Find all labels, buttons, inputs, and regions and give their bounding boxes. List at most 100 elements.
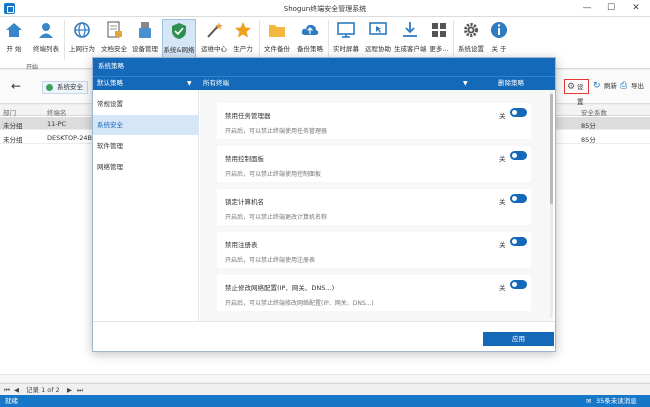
star-icon [233, 20, 253, 40]
policy-card: 禁止修改网络配置(IP、网关、DNS...) 关 开启后，可以禁止终端修改网络配… [217, 275, 531, 311]
export-button[interactable]: ⎙ 导出 [620, 79, 644, 94]
ribbon-live-screen-label: 实时屏幕 [333, 45, 359, 53]
magic-wand-icon [204, 20, 224, 40]
policy-desc: 开启后，可以禁止终端使用控制面板 [225, 171, 322, 178]
policy-toggle[interactable] [510, 151, 527, 160]
settings-label: 设置 [577, 83, 584, 106]
ribbon-about-button[interactable]: 关 于 [488, 19, 510, 59]
ribbon-separator [328, 20, 329, 60]
download-icon [400, 20, 420, 40]
row-name: DESKTOP-24B [47, 134, 92, 142]
status-text: 就绪 [5, 397, 18, 405]
scrollbar-thumb[interactable] [550, 94, 553, 204]
apply-button[interactable]: 应用 [483, 332, 554, 346]
gear-icon [461, 20, 481, 40]
policy-toggle[interactable] [510, 237, 527, 246]
panel-scrollbar[interactable] [550, 92, 553, 318]
usb-icon [135, 20, 155, 40]
more-grid-icon [429, 20, 449, 40]
policy-desc: 开启后，可以禁止终端更改计算机名称 [225, 214, 328, 221]
dialog-filter-bar: 默认策略 ▼ 所有终端 ▼ 删除策略 [93, 76, 555, 90]
terminal-select-caret-icon[interactable]: ▼ [463, 77, 468, 90]
policy-desc: 开启后，可以禁止终端修改网络配置(IP、网关、DNS...) [225, 300, 374, 307]
ribbon-system-network-label: 系统&网络 [163, 46, 195, 54]
policy-desc: 开启后，可以禁止终端使用注册表 [225, 257, 316, 264]
system-policy-dialog: 系统策略 默认策略 ▼ 所有终端 ▼ 删除策略 常规设置 系统安全 软件管理 网… [92, 57, 556, 352]
row-dept: 未分组 [3, 136, 23, 144]
remote-desktop-icon [368, 20, 388, 40]
gear-small-icon: ⚙ [567, 82, 576, 92]
pager: ⏮ ◀ 记录 1 of 2 ▶ ⏭ [0, 383, 650, 395]
toggle-state: 关 [499, 198, 506, 206]
ribbon-productivity-button[interactable]: 生产力 [230, 19, 256, 59]
ribbon-system-settings-button[interactable]: 系统设置 [456, 19, 486, 59]
ribbon-doc-security-button[interactable]: 文档安全 [100, 19, 128, 59]
monitor-icon [336, 20, 356, 40]
col-score[interactable]: 安全系数 [581, 107, 607, 117]
policy-settings-panel: 禁用任务管理器 关 开启后，可以禁止终端使用任务管理器 禁用控制面板 关 开启后… [200, 90, 553, 321]
side-item-software[interactable]: 软件管理 [93, 136, 199, 156]
policy-title: 锁定计算机名 [225, 198, 264, 206]
minimize-button[interactable]: — [576, 1, 598, 15]
users-icon [36, 20, 56, 40]
settings-button[interactable]: ⚙ 设置 [564, 79, 589, 106]
ribbon-productivity-label: 生产力 [233, 45, 253, 53]
refresh-button[interactable]: ↻ 刷新 [593, 79, 617, 94]
export-icon: ⎙ [620, 81, 628, 91]
col-name[interactable]: 终端名 [47, 107, 67, 117]
ribbon-live-screen-button[interactable]: 实时屏幕 [331, 19, 361, 59]
ribbon-gen-client-button[interactable]: 生成客户端 [394, 19, 427, 59]
cloud-upload-icon [300, 20, 320, 40]
policy-toggle[interactable] [510, 194, 527, 203]
row-score: 85分 [581, 136, 596, 144]
policy-toggle[interactable] [510, 108, 527, 117]
policy-toggle[interactable] [510, 280, 527, 289]
message-icon[interactable]: ✉ [586, 395, 591, 407]
policy-select[interactable]: 默认策略 [97, 77, 123, 90]
document-lock-icon [104, 20, 124, 40]
folder-icon [267, 20, 287, 40]
title-bar: Shogun终端安全管理系统 — ☐ ✕ [0, 0, 650, 17]
ribbon-remote-assist-button[interactable]: 远程协助 [363, 19, 393, 59]
horizontal-scrollbar[interactable] [0, 374, 650, 382]
policy-select-caret-icon[interactable]: ▼ [187, 77, 192, 90]
current-view-chip[interactable]: 系统安全 [42, 81, 88, 94]
toggle-state: 关 [499, 112, 506, 120]
policy-card: 禁用控制面板 关 开启后，可以禁止终端使用控制面板 [217, 146, 531, 182]
ribbon-terminal-list-button[interactable]: 终端列表 [32, 19, 60, 59]
col-dept[interactable]: 部门 [3, 107, 16, 117]
ribbon-system-network-button[interactable]: 系统&网络 [162, 19, 196, 59]
maximize-button[interactable]: ☐ [600, 1, 622, 15]
ribbon-backup-policy-button[interactable]: 备份策略 [295, 19, 325, 59]
policy-title: 禁用注册表 [225, 241, 258, 249]
ribbon-device-button[interactable]: 设备管理 [131, 19, 159, 59]
ribbon-ops-center-label: 运维中心 [201, 45, 227, 53]
dialog-sidebar: 常规设置 系统安全 软件管理 网络管理 [93, 90, 199, 321]
ribbon-home-label: 开 始 [6, 45, 22, 53]
side-item-general[interactable]: 常规设置 [93, 94, 199, 114]
ribbon-internet-behavior-button[interactable]: 上网行为 [68, 19, 96, 59]
ribbon-ops-center-button[interactable]: 运维中心 [199, 19, 229, 59]
dialog-title: 系统策略 [93, 58, 555, 76]
ribbon-internet-behavior-label: 上网行为 [69, 45, 95, 53]
ribbon-terminal-list-label: 终端列表 [33, 45, 59, 53]
globe-icon [72, 20, 92, 40]
delete-policy-button[interactable]: 删除策略 [498, 77, 524, 90]
back-arrow-icon[interactable]: ← [11, 79, 21, 93]
ribbon-more-button[interactable]: 更多... [428, 19, 450, 59]
row-name: 11-PC [47, 120, 67, 128]
side-item-system-security[interactable]: 系统安全 [93, 115, 199, 135]
ribbon-backup-policy-label: 备份策略 [297, 45, 323, 53]
terminal-select[interactable]: 所有终端 [203, 77, 229, 90]
policy-card: 禁用任务管理器 关 开启后，可以禁止终端使用任务管理器 [217, 103, 531, 139]
ribbon-remote-assist-label: 远程协助 [365, 45, 391, 53]
window-title: Shogun终端安全管理系统 [283, 5, 367, 13]
row-score: 85分 [581, 122, 596, 130]
dialog-footer: 应用 [93, 321, 555, 351]
side-item-network[interactable]: 网络管理 [93, 157, 199, 177]
unread-messages[interactable]: 35条未读消息 [596, 395, 637, 407]
close-button[interactable]: ✕ [625, 1, 647, 15]
ribbon-file-backup-button[interactable]: 文件备份 [262, 19, 292, 59]
ribbon-home-button[interactable]: 开 始 [3, 19, 25, 59]
toggle-state: 关 [499, 241, 506, 249]
